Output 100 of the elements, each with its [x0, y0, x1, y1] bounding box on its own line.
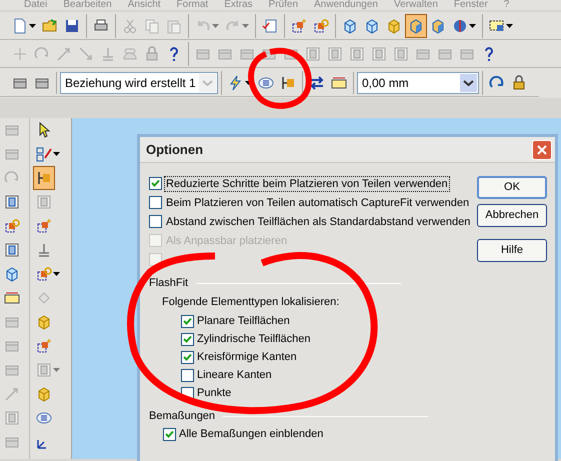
checkbox-label: Planare Teilflächen [197, 314, 290, 329]
caret-icon [212, 24, 219, 28]
checkbox[interactable] [149, 177, 162, 190]
frame-icon [371, 46, 387, 62]
checkbox[interactable] [181, 368, 194, 382]
caret-icon [53, 272, 60, 276]
part-link-icon [313, 18, 329, 34]
arrow-icon [56, 46, 72, 62]
caret-icon [245, 80, 252, 84]
checkbox[interactable] [149, 196, 162, 209]
checkbox-label: Alle Bemaßungen einblenden [179, 426, 324, 442]
menu-item[interactable]: Prüfen [268, 0, 298, 10]
checkbox-label: Abstand zwischen Teilflächen als Standardabstand verwenden [165, 214, 472, 228]
caret-icon [53, 368, 60, 372]
frame-icon [327, 46, 343, 62]
dialog-button[interactable]: OK [477, 176, 547, 199]
caret-icon [469, 24, 476, 28]
part-link-icon [4, 218, 20, 234]
group-title: Bemaßungen [149, 408, 216, 424]
frame-icon [349, 46, 365, 62]
diamond-icon [36, 290, 52, 306]
checkbox-label: Lineare Kanten [197, 368, 272, 383]
ruler-icon [331, 74, 347, 90]
menu-item[interactable]: Fenster [454, 0, 488, 10]
checkbox[interactable] [163, 428, 176, 440]
checkbox-label: Zylindrische Teilflächen [197, 332, 311, 347]
part-link-icon [36, 266, 52, 282]
swap-icon [309, 74, 325, 90]
checklist-icon [262, 18, 278, 34]
menu-item[interactable]: Extras [224, 0, 253, 10]
close-button[interactable] [532, 140, 552, 160]
list-icon [258, 74, 274, 90]
ground-icon [100, 46, 116, 62]
ground-icon [36, 242, 52, 258]
caret-icon [53, 152, 60, 156]
ruler-icon [4, 290, 20, 306]
caret-icon [506, 24, 513, 28]
group-subtitle: Folgende Elementtypen lokalisieren: [162, 295, 340, 310]
menu-item[interactable]: Format [176, 0, 208, 10]
toolbar-button[interactable] [33, 166, 55, 190]
caret-icon [29, 24, 36, 28]
rotate-icon [489, 74, 505, 90]
cube-icon [342, 18, 358, 34]
cube-solid-icon [36, 386, 52, 402]
flash-icon [228, 74, 244, 90]
paste-icon [166, 18, 182, 34]
list-icon [36, 410, 52, 426]
lock-icon [511, 74, 527, 90]
frame-icon [4, 410, 20, 426]
checkbox[interactable] [181, 314, 194, 328]
dialog-button[interactable]: Hilfe [477, 239, 547, 262]
checkbox[interactable] [181, 332, 194, 346]
lock-icon [144, 46, 160, 62]
check-icon [151, 179, 160, 188]
window-title: Optionen [146, 140, 204, 159]
frame-icon [4, 242, 20, 258]
menu-item[interactable]: Anwendungen [314, 0, 378, 10]
frame-icon [36, 194, 52, 210]
sketch-icon [36, 146, 52, 162]
menu-item[interactable]: ? [504, 0, 510, 10]
frame-icon [305, 46, 321, 62]
cube-solid-icon [386, 18, 402, 34]
menu-item[interactable]: Datei [24, 0, 48, 10]
checkbox-label: Als Anpassbar platzieren [165, 234, 288, 248]
arrow-down-icon [78, 46, 94, 62]
menu-item[interactable]: Verwalten [394, 0, 438, 10]
scissors-icon [122, 18, 138, 34]
cube-icon [364, 18, 380, 34]
checkbox-label: Punkte [197, 386, 232, 401]
dialog-button[interactable]: Abbrechen [477, 204, 547, 227]
part-add-icon [291, 18, 307, 34]
checkbox[interactable] [149, 215, 162, 228]
arrow-icon [4, 386, 20, 402]
checkbox[interactable] [181, 350, 194, 364]
close-icon [537, 144, 547, 154]
menu-item[interactable]: Ansicht [128, 0, 161, 10]
checkbox-label: Reduzierte Schritte beim Platzieren von Teilen verwenden [165, 176, 449, 190]
point-icon [12, 46, 28, 62]
cube-solid-icon [36, 314, 52, 330]
cube-shaded-icon [408, 18, 424, 34]
cube-icon [4, 266, 20, 282]
checkbox-label: Kreisförmige Kanten [197, 350, 297, 365]
check-icon [165, 430, 174, 438]
frame-icon [393, 46, 409, 62]
arc-icon [34, 46, 50, 62]
cube-shaded-icon [430, 18, 446, 34]
page-icon [12, 18, 28, 34]
group-title: FlashFit [149, 276, 188, 291]
copy-icon [144, 18, 160, 34]
mate-icon [36, 170, 52, 186]
menu-item[interactable]: Bearbeiten [63, 0, 112, 10]
toolbar-button[interactable] [405, 14, 427, 38]
printer-icon [93, 18, 109, 34]
part-add-icon [36, 338, 52, 354]
dropdown-field[interactable]: 0,00 mm [357, 72, 479, 94]
caret-icon [242, 24, 249, 28]
checkbox-label: Beim Platzieren von Teilen automatisch CaptureFit verwenden [165, 196, 470, 210]
frame-icon [4, 194, 20, 210]
folder-icon [42, 18, 58, 34]
mate-icon [280, 74, 296, 90]
